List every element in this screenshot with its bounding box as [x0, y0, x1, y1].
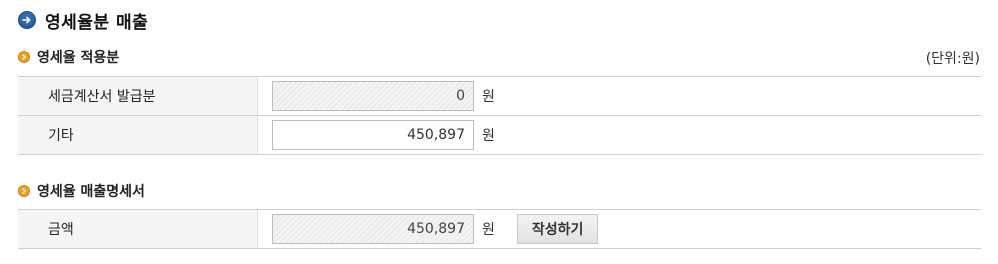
- table-row: 세금계산서 발급분 원: [18, 77, 981, 116]
- currency-unit: 원: [482, 222, 495, 238]
- other-amount-input[interactable]: [272, 120, 474, 150]
- applied-subheading: 영세율 적용분: [18, 47, 119, 67]
- statement-amount-field: [272, 214, 474, 244]
- currency-unit: 원: [482, 128, 495, 144]
- arrow-right-circle-icon: [18, 11, 36, 29]
- row-label-tax-invoice: 세금계산서 발급분: [18, 77, 258, 115]
- row-label-amount: 금액: [18, 210, 258, 248]
- applied-heading: 영세율 적용분: [37, 50, 120, 66]
- applied-table: 세금계산서 발급분 원 기타 원: [18, 76, 981, 155]
- currency-unit: 원: [482, 89, 495, 105]
- statement-subheading: 영세율 매출명세서: [18, 181, 145, 201]
- page-title: 영세율분 매출: [45, 12, 149, 33]
- row-label-other: 기타: [18, 116, 258, 154]
- table-row: 금액 원 작성하기: [18, 210, 981, 249]
- tax-invoice-amount-field: [272, 81, 474, 111]
- write-statement-button[interactable]: 작성하기: [516, 214, 599, 244]
- statement-table: 금액 원 작성하기: [18, 209, 981, 249]
- statement-heading: 영세율 매출명세서: [37, 184, 145, 200]
- table-row: 기타 원: [18, 116, 981, 155]
- chevron-right-circle-icon: [18, 51, 30, 63]
- chevron-right-circle-icon: [18, 185, 30, 197]
- section-title: 영세율분 매출: [18, 8, 149, 33]
- unit-note: (단위:원): [925, 51, 980, 67]
